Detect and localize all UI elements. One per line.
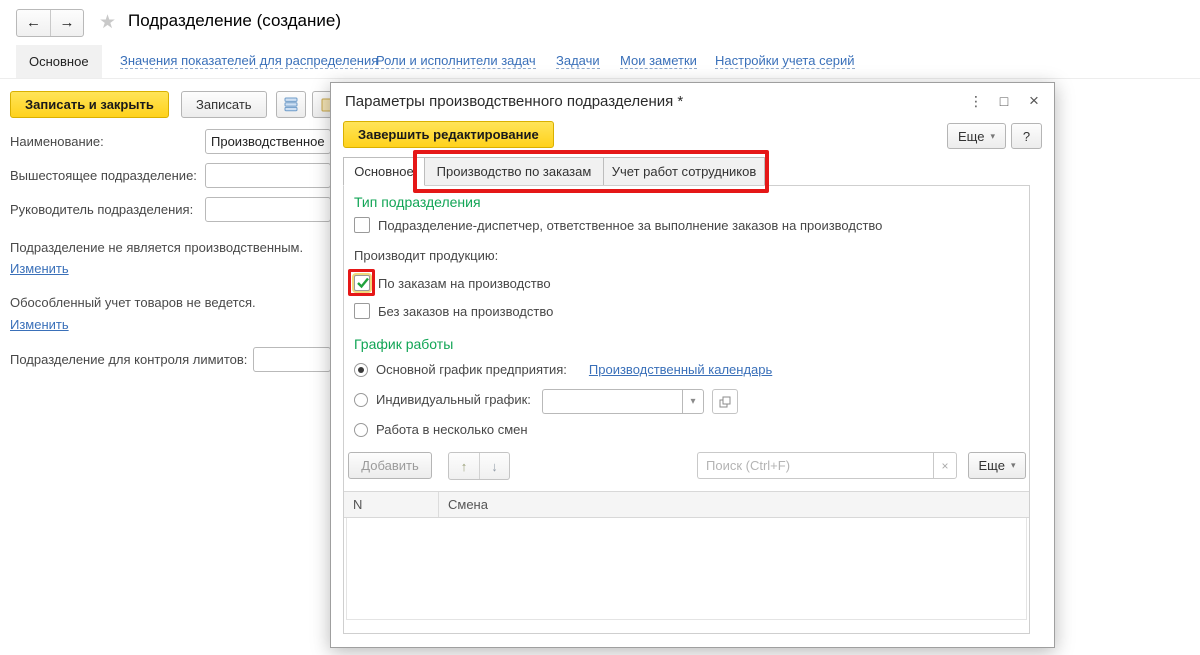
production-parameters-dialog: Параметры производственного подразделени… <box>330 82 1055 648</box>
produces-label: Производит продукцию: <box>354 248 499 263</box>
finish-editing-button[interactable]: Завершить редактирование <box>343 121 554 148</box>
history-nav: ← → <box>16 9 84 37</box>
navlink-notes[interactable]: Мои заметки <box>620 53 697 69</box>
dialog-tab-content: Тип подразделения Подразделение-диспетче… <box>343 185 1030 634</box>
without-orders-checkbox-row: Без заказов на производство <box>354 303 553 319</box>
forward-icon: → <box>59 14 75 31</box>
individual-schedule-combo: ▾ <box>542 389 704 414</box>
structure-list-button[interactable] <box>276 91 306 118</box>
column-header-n[interactable]: N <box>344 492 439 517</box>
help-button[interactable]: ? <box>1011 123 1042 149</box>
dialog-more-button[interactable]: Еще ▾ <box>947 123 1006 149</box>
shifts-label: Работа в несколько смен <box>376 422 528 437</box>
forward-button[interactable]: → <box>50 10 83 36</box>
move-up-button[interactable]: ↑ <box>449 453 479 479</box>
type-section-heading: Тип подразделения <box>354 194 481 210</box>
search-input[interactable] <box>697 452 933 479</box>
column-header-shift[interactable]: Смена <box>439 492 1029 517</box>
not-production-text: Подразделение не является производственн… <box>10 240 304 255</box>
caret-down-icon: ▾ <box>990 130 995 141</box>
dialog-tab-main[interactable]: Основное <box>343 157 425 186</box>
navlink-tasks[interactable]: Задачи <box>556 53 600 69</box>
by-orders-label: По заказам на производство <box>378 275 551 291</box>
limits-label: Подразделение для контроля лимитов: <box>10 352 248 367</box>
list-stack-icon <box>284 97 298 112</box>
move-down-button[interactable]: ↓ <box>479 453 509 479</box>
combo-caret-icon[interactable]: ▾ <box>682 389 704 414</box>
open-in-window-icon <box>719 396 731 407</box>
main-schedule-label: Основной график предприятия: <box>376 362 567 377</box>
manager-input[interactable] <box>205 197 331 222</box>
individual-schedule-input[interactable] <box>542 389 682 414</box>
change-production-link[interactable]: Изменить <box>10 261 69 276</box>
shifts-radio[interactable] <box>354 422 368 437</box>
dialog-tab-production-by-orders[interactable]: Производство по заказам <box>424 157 604 186</box>
save-button[interactable]: Записать <box>181 91 267 118</box>
arrow-up-icon: ↑ <box>460 458 468 474</box>
shift-table-header: N Смена <box>344 491 1029 518</box>
table-more-label: Еще <box>978 458 1005 473</box>
individual-schedule-radio-row: Индивидуальный график: <box>354 392 531 407</box>
tab-main[interactable]: Основное <box>16 45 102 78</box>
by-orders-checkbox[interactable] <box>354 275 370 291</box>
add-label: Добавить <box>361 458 419 473</box>
navbar-divider <box>0 78 1200 79</box>
dialog-title: Параметры производственного подразделени… <box>345 93 684 110</box>
navlink-series-settings[interactable]: Настройки учета серий <box>715 53 855 69</box>
caret-down-icon: ▾ <box>1010 460 1016 470</box>
individual-schedule-radio[interactable] <box>354 392 368 407</box>
navlink-distribution-values[interactable]: Значения показателей для распределения <box>120 53 379 69</box>
limits-input[interactable] <box>253 347 331 372</box>
clear-search-icon[interactable]: × <box>933 452 957 479</box>
close-icon[interactable]: × <box>1023 91 1045 111</box>
separate-accounting-text: Обособленный учет товаров не ведется. <box>10 295 256 310</box>
back-button[interactable]: ← <box>17 10 50 36</box>
table-more-button[interactable]: Еще ▾ <box>968 452 1026 479</box>
schedule-section-heading: График работы <box>354 336 454 352</box>
individual-schedule-label: Индивидуальный график: <box>376 392 531 407</box>
main-schedule-radio-row: Основной график предприятия: Производств… <box>354 362 772 377</box>
move-row-buttons: ↑ ↓ <box>448 452 510 480</box>
favorite-star-icon[interactable]: ★ <box>99 11 116 34</box>
parent-label: Вышестоящее подразделение: <box>10 168 197 183</box>
add-shift-button[interactable]: Добавить <box>348 452 432 479</box>
manager-label: Руководитель подразделения: <box>10 202 194 217</box>
shifts-radio-row: Работа в несколько смен <box>354 422 528 437</box>
without-orders-label: Без заказов на производство <box>378 303 554 319</box>
shift-table-body[interactable] <box>346 518 1027 620</box>
kebab-menu-icon[interactable]: ⋮ <box>965 91 987 111</box>
dialog-tab-employee-work[interactable]: Учет работ сотрудников <box>603 157 765 186</box>
name-input[interactable] <box>205 129 331 154</box>
dispatcher-checkbox[interactable] <box>354 217 370 233</box>
back-icon: ← <box>26 14 41 31</box>
main-schedule-radio[interactable] <box>354 362 368 377</box>
more-label: Еще <box>958 128 985 144</box>
maximize-icon[interactable]: □ <box>993 91 1015 111</box>
navlink-roles[interactable]: Роли и исполнители задач <box>376 53 536 69</box>
parent-input[interactable] <box>205 163 331 188</box>
production-calendar-link[interactable]: Производственный календарь <box>589 362 772 377</box>
arrow-down-icon: ↓ <box>491 458 498 474</box>
dispatcher-label: Подразделение-диспетчер, ответственное з… <box>378 217 883 233</box>
page-title: Подразделение (создание) <box>128 11 342 30</box>
change-accounting-link[interactable]: Изменить <box>10 317 69 332</box>
open-schedule-button[interactable] <box>712 389 738 414</box>
save-close-button[interactable]: Записать и закрыть <box>10 91 169 118</box>
dispatcher-checkbox-row: Подразделение-диспетчер, ответственное з… <box>354 217 882 233</box>
name-label: Наименование: <box>10 134 104 149</box>
without-orders-checkbox[interactable] <box>354 303 370 319</box>
by-orders-checkbox-row: По заказам на производство <box>354 275 551 291</box>
shift-search: × <box>697 452 957 479</box>
check-icon <box>357 277 369 289</box>
